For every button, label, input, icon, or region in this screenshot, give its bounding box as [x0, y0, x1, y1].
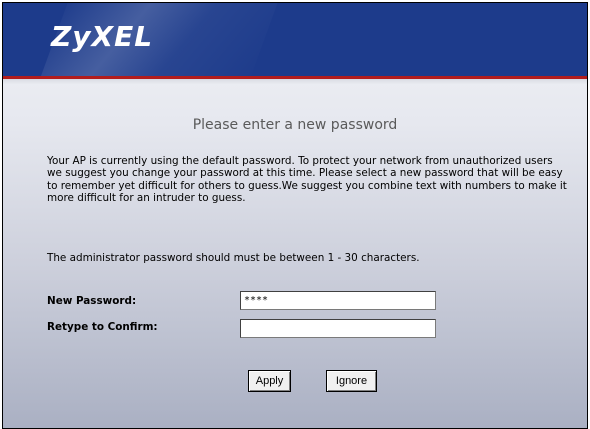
new-password-label: New Password:	[47, 295, 137, 307]
confirm-password-label: Retype to Confirm:	[47, 321, 158, 333]
header-banner: ZyXEL	[3, 3, 587, 79]
password-window: ZyXEL Please enter a new password Your A…	[2, 2, 588, 429]
zyxel-logo: ZyXEL	[51, 20, 154, 53]
apply-button[interactable]: Apply	[248, 370, 291, 392]
confirm-password-input[interactable]	[240, 319, 436, 338]
page-title: Please enter a new password	[192, 117, 398, 133]
new-password-input[interactable]	[240, 291, 436, 310]
ignore-button[interactable]: Ignore	[326, 370, 377, 392]
password-length-note: The administrator password should must b…	[47, 252, 420, 264]
description-text: Your AP is currently using the default p…	[47, 155, 567, 204]
header-shadow	[3, 79, 587, 85]
